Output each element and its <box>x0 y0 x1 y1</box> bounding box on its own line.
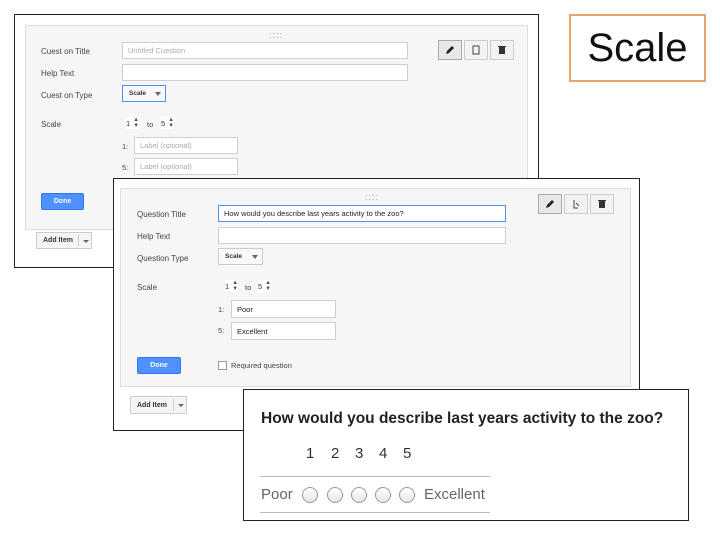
scale-radio-3[interactable] <box>351 487 367 503</box>
low-label-input[interactable]: Label (optional) <box>134 137 238 154</box>
high-label-input[interactable]: Excellent <box>231 322 336 340</box>
scale-high-label: Excellent <box>424 486 485 503</box>
drag-handle[interactable]: :::: <box>365 192 379 202</box>
spinner-icon: ▲ ▼ <box>168 117 175 129</box>
divider <box>260 512 490 513</box>
question-type-value: Scale <box>129 90 146 97</box>
done-button[interactable]: Done <box>137 357 181 374</box>
help-text-input[interactable] <box>218 227 506 244</box>
pencil-icon <box>446 46 454 54</box>
copy-icon <box>573 200 580 209</box>
copy-icon <box>472 45 480 55</box>
slide-title: Scale <box>569 14 706 82</box>
required-label: Required question <box>231 361 292 370</box>
edit-button[interactable] <box>538 194 562 214</box>
preview-question: How would you describe last years activi… <box>261 410 664 427</box>
low-label-index: 1: <box>218 305 225 314</box>
spinner-icon: ▲ ▼ <box>232 280 239 292</box>
scale-label: Scale <box>41 120 62 129</box>
add-item-button[interactable]: Add Item <box>36 232 92 249</box>
help-text-label: Help Text <box>41 69 75 78</box>
scale-number-1: 1 <box>306 445 315 462</box>
scale-from-select[interactable]: 1 ▲ ▼ <box>225 280 239 292</box>
scale-to-word: to <box>245 283 252 292</box>
chevron-down-icon <box>252 254 258 259</box>
add-item-label: Add Item <box>137 401 167 409</box>
scale-radio-4[interactable] <box>375 487 391 503</box>
delete-button[interactable] <box>590 194 614 214</box>
scale-to-select[interactable]: 5 ▲ ▼ <box>161 117 175 129</box>
scale-from-select[interactable]: 1 ▲ ▼ <box>126 117 140 129</box>
help-text-input[interactable] <box>122 64 408 81</box>
low-label-index: 1: <box>122 142 129 151</box>
delete-button[interactable] <box>490 40 514 60</box>
form-preview: How would you describe last years activi… <box>243 389 689 521</box>
high-label-index: 5: <box>122 163 129 172</box>
spinner-icon: ▲ ▼ <box>133 117 140 129</box>
low-label-input[interactable]: Poor <box>231 300 336 318</box>
divider <box>78 235 79 246</box>
question-type-select[interactable]: Scale <box>122 85 166 102</box>
scale-to-value: 5 <box>258 281 263 291</box>
scale-from-value: 1 <box>225 281 230 291</box>
chevron-down-icon <box>83 240 89 243</box>
question-title-input[interactable]: Untitled Cuestion <box>122 42 408 59</box>
question-title-input[interactable]: How would you describe last years activi… <box>218 205 506 222</box>
scale-number-2: 2 <box>331 445 340 462</box>
done-button[interactable]: Done <box>41 193 84 210</box>
add-item-button[interactable]: Add Item <box>130 396 187 414</box>
question-type-value: Scale <box>225 253 242 260</box>
chevron-down-icon <box>155 91 161 96</box>
question-title-label: Question Title <box>137 210 186 219</box>
scale-radio-5[interactable] <box>399 487 415 503</box>
scale-radio-1[interactable] <box>302 487 318 503</box>
required-checkbox[interactable] <box>218 361 227 370</box>
scale-radio-2[interactable] <box>327 487 343 503</box>
scale-to-select[interactable]: 5 ▲ ▼ <box>258 280 272 292</box>
scale-number-4: 4 <box>379 445 388 462</box>
add-item-label: Add Item <box>43 237 73 244</box>
trash-icon <box>498 46 506 54</box>
scale-label: Scale <box>137 283 158 292</box>
duplicate-button[interactable] <box>564 194 588 214</box>
trash-icon <box>598 200 606 208</box>
question-editor-front: :::: Question Title How would you descri… <box>120 188 631 387</box>
high-label-input[interactable]: Label (optional) <box>134 158 238 175</box>
divider <box>173 399 174 411</box>
question-type-select[interactable]: Scale <box>218 248 263 265</box>
scale-number-5: 5 <box>403 445 412 462</box>
question-type-label: Cuest on Type <box>41 91 93 100</box>
scale-number-3: 3 <box>355 445 364 462</box>
pencil-icon <box>546 200 554 208</box>
spinner-icon: ▲ ▼ <box>265 280 272 292</box>
question-title-label: Cuest on Title <box>41 47 90 56</box>
scale-to-value: 5 <box>161 118 166 128</box>
duplicate-button[interactable] <box>464 40 488 60</box>
edit-button[interactable] <box>438 40 462 60</box>
high-label-index: 5: <box>218 326 225 335</box>
scale-from-value: 1 <box>126 118 131 128</box>
help-text-label: Help Text <box>137 232 171 241</box>
toolbar-back <box>438 40 516 60</box>
question-type-label: Question Type <box>137 254 189 263</box>
toolbar-front <box>538 194 616 214</box>
scale-low-label: Poor <box>261 486 293 503</box>
chevron-down-icon <box>178 404 184 407</box>
divider <box>260 476 490 477</box>
drag-handle[interactable]: :::: <box>269 30 283 40</box>
scale-to-word: to <box>147 120 154 129</box>
